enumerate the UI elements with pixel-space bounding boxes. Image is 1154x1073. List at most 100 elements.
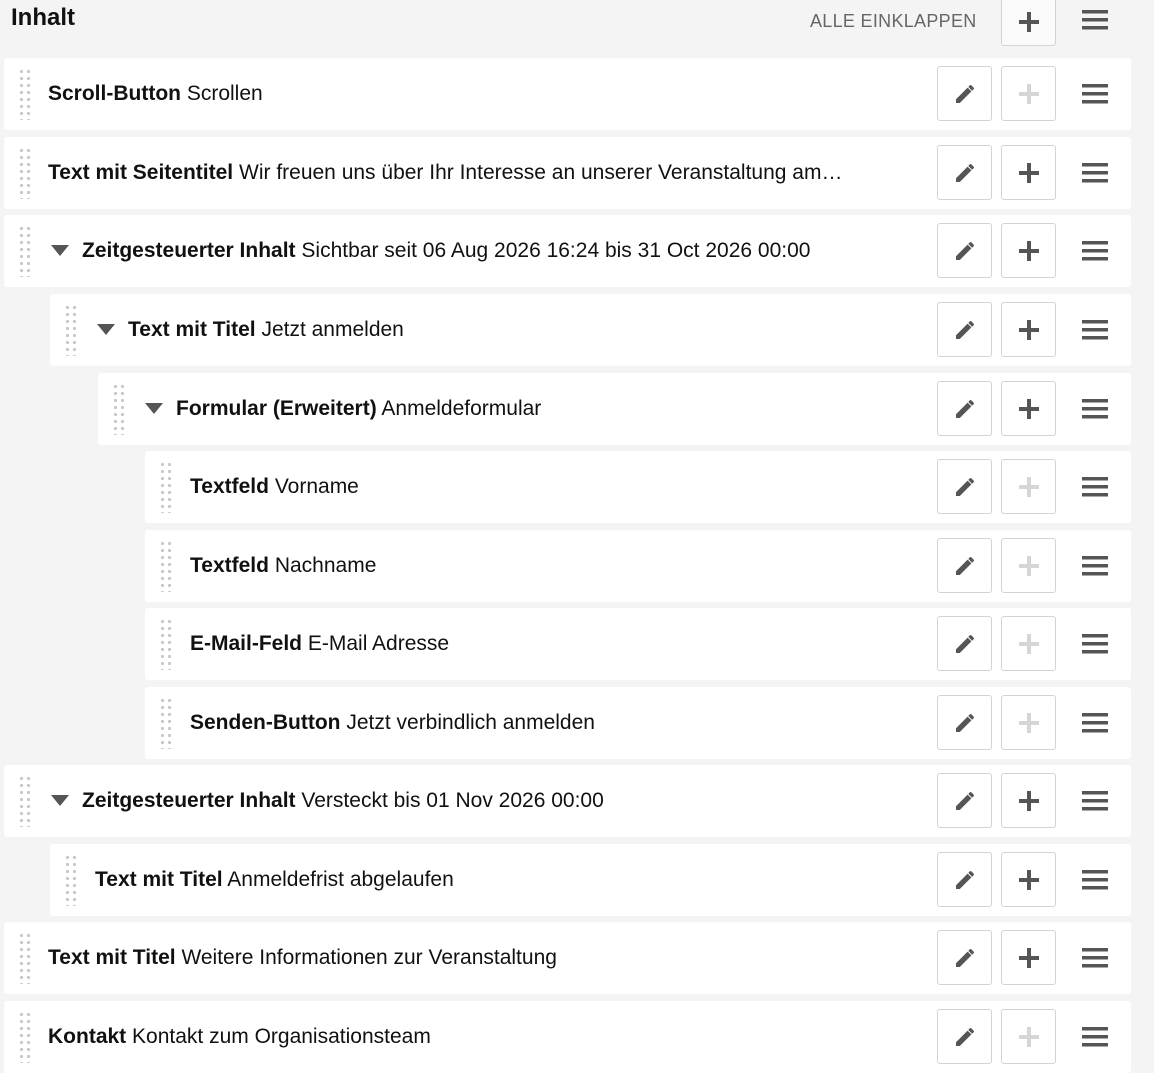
element-summary: Jetzt verbindlich anmelden <box>346 711 595 734</box>
pencil-icon <box>955 320 974 339</box>
edit-button[interactable] <box>937 773 992 828</box>
drag-handle-icon[interactable] <box>18 932 32 984</box>
tree-row[interactable]: Text mit Titel Jetzt anmelden <box>50 294 1131 366</box>
tree-row[interactable]: E-Mail-Feld E-Mail Adresse <box>145 608 1131 680</box>
edit-button[interactable] <box>937 538 992 593</box>
element-type: Zeitgesteuerter Inhalt <box>82 239 296 262</box>
pencil-icon <box>955 556 974 575</box>
add-button <box>1001 459 1056 514</box>
element-summary: Sichtbar seit 06 Aug 2026 16:24 bis 31 O… <box>301 239 811 262</box>
tree-row[interactable]: Text mit Seitentitel Wir freuen uns über… <box>4 137 1131 209</box>
row-label: Scroll-Button Scrollen <box>48 58 880 130</box>
edit-button[interactable] <box>937 1009 992 1064</box>
tree-row[interactable]: Kontakt Kontakt zum Organisationsteam <box>4 1001 1131 1073</box>
hamburger-menu-icon <box>1081 947 1108 967</box>
edit-button[interactable] <box>937 381 992 436</box>
element-type: Text mit Titel <box>95 868 223 891</box>
row-menu-button[interactable] <box>1066 852 1123 907</box>
header-menu-button[interactable] <box>1066 0 1123 40</box>
drag-handle-icon[interactable] <box>18 147 32 199</box>
caret-down-icon[interactable] <box>51 245 69 256</box>
plus-icon <box>1019 12 1039 32</box>
edit-button[interactable] <box>937 66 992 121</box>
add-button[interactable] <box>1001 773 1056 828</box>
add-button[interactable] <box>1001 302 1056 357</box>
row-menu-button[interactable] <box>1066 538 1123 593</box>
edit-button[interactable] <box>937 695 992 750</box>
tree-row[interactable]: Scroll-Button Scrollen <box>4 58 1131 130</box>
row-menu-button[interactable] <box>1066 381 1123 436</box>
row-menu-button[interactable] <box>1066 302 1123 357</box>
hamburger-menu-icon <box>1081 83 1108 103</box>
drag-handle-icon[interactable] <box>18 1011 32 1063</box>
add-button[interactable] <box>1001 145 1056 200</box>
pencil-icon <box>955 399 974 418</box>
row-menu-button[interactable] <box>1066 1009 1123 1064</box>
add-button[interactable] <box>1001 223 1056 278</box>
drag-handle-icon[interactable] <box>18 775 32 827</box>
drag-handle-icon[interactable] <box>64 854 78 906</box>
row-menu-button[interactable] <box>1066 459 1123 514</box>
hamburger-menu-icon <box>1081 555 1108 575</box>
pencil-icon <box>955 84 974 103</box>
element-type: Scroll-Button <box>48 82 181 105</box>
plus-icon <box>1018 398 1039 419</box>
caret-down-icon[interactable] <box>51 795 69 806</box>
drag-handle-icon[interactable] <box>18 68 32 120</box>
tree-row[interactable]: Senden-Button Jetzt verbindlich anmelden <box>145 687 1131 759</box>
drag-handle-icon[interactable] <box>64 304 78 356</box>
row-menu-button[interactable] <box>1066 930 1123 985</box>
edit-button[interactable] <box>937 852 992 907</box>
tree-row[interactable]: Formular (Erweitert) Anmeldeformular <box>98 373 1131 445</box>
hamburger-menu-icon <box>1081 869 1108 889</box>
plus-icon <box>1018 476 1039 497</box>
hamburger-menu-icon <box>1081 712 1108 732</box>
row-label: E-Mail-Feld E-Mail Adresse <box>190 608 880 680</box>
add-button[interactable] <box>1001 930 1056 985</box>
add-button[interactable] <box>1001 0 1056 46</box>
add-button[interactable] <box>1001 852 1056 907</box>
caret-down-icon[interactable] <box>97 324 115 335</box>
row-menu-button[interactable] <box>1066 223 1123 278</box>
edit-button[interactable] <box>937 145 992 200</box>
pencil-icon <box>955 1027 974 1046</box>
drag-handle-icon[interactable] <box>18 225 32 277</box>
hamburger-menu-icon <box>1082 10 1108 30</box>
row-menu-button[interactable] <box>1066 66 1123 121</box>
plus-icon <box>1018 240 1039 261</box>
edit-button[interactable] <box>937 930 992 985</box>
edit-button[interactable] <box>937 302 992 357</box>
drag-handle-icon[interactable] <box>112 383 126 435</box>
tree-row[interactable]: Zeitgesteuerter Inhalt Sichtbar seit 06 … <box>4 215 1131 287</box>
row-menu-button[interactable] <box>1066 145 1123 200</box>
caret-down-icon[interactable] <box>145 403 163 414</box>
element-summary: Scrollen <box>186 82 263 105</box>
element-summary: Vorname <box>274 475 359 498</box>
edit-button[interactable] <box>937 616 992 671</box>
tree-row[interactable]: Zeitgesteuerter Inhalt Versteckt bis 01 … <box>4 765 1131 837</box>
plus-icon <box>1018 319 1039 340</box>
pencil-icon <box>955 241 974 260</box>
add-button[interactable] <box>1001 381 1056 436</box>
edit-button[interactable] <box>937 223 992 278</box>
element-type: Text mit Titel <box>128 318 256 341</box>
row-label: Formular (Erweitert) Anmeldeformular <box>176 373 880 445</box>
drag-handle-icon[interactable] <box>159 618 173 670</box>
row-menu-button[interactable] <box>1066 695 1123 750</box>
row-menu-button[interactable] <box>1066 616 1123 671</box>
tree-row[interactable]: Text mit Titel Anmeldefrist abgelaufen <box>50 844 1131 916</box>
plus-icon <box>1018 712 1039 733</box>
drag-handle-icon[interactable] <box>159 461 173 513</box>
row-label: Zeitgesteuerter Inhalt Sichtbar seit 06 … <box>82 215 880 287</box>
tree-row[interactable]: Text mit Titel Weitere Informationen zur… <box>4 922 1131 994</box>
drag-handle-icon[interactable] <box>159 540 173 592</box>
tree-row[interactable]: Textfeld Vorname <box>145 451 1131 523</box>
edit-button[interactable] <box>937 459 992 514</box>
pencil-icon <box>955 948 974 967</box>
drag-handle-icon[interactable] <box>159 697 173 749</box>
tree-row[interactable]: Textfeld Nachname <box>145 530 1131 602</box>
hamburger-menu-icon <box>1081 162 1108 182</box>
hamburger-menu-icon <box>1081 319 1108 339</box>
collapse-all-button[interactable]: ALLE EINKLAPPEN <box>810 11 977 32</box>
row-menu-button[interactable] <box>1066 773 1123 828</box>
